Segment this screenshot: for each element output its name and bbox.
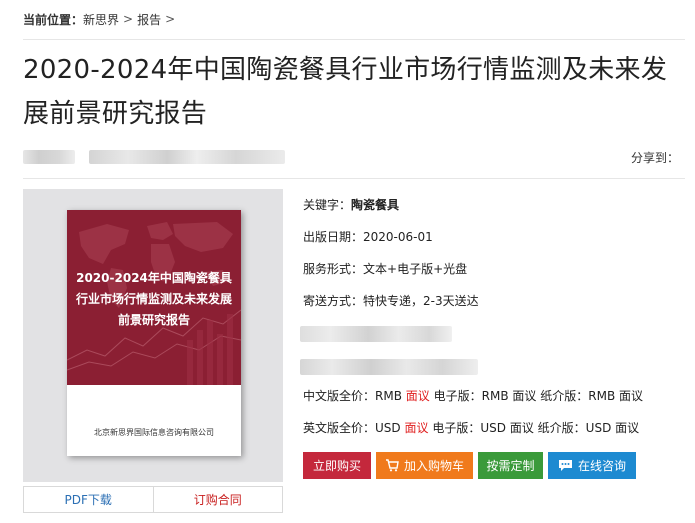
book-cover-top: 2020-2024年中国陶瓷餐具行业市场行情监测及未来发展前景研究报告 xyxy=(67,210,241,385)
price-en-negotiable: 面议 xyxy=(404,421,429,435)
add-to-cart-button[interactable]: 加入购物车 xyxy=(376,452,473,479)
add-to-cart-label: 加入购物车 xyxy=(403,459,464,473)
price-cn-ebook-currency: RMB xyxy=(481,389,509,403)
blurred-meta-2 xyxy=(89,150,285,164)
online-consult-button[interactable]: 在线咨询 xyxy=(548,452,636,479)
delivery-label: 寄送方式： xyxy=(303,294,364,308)
chat-icon xyxy=(558,459,573,472)
cover-panel: 2020-2024年中国陶瓷餐具行业市场行情监测及未来发展前景研究报告 北京新思… xyxy=(23,189,283,482)
service-row: 服务形式：文本+电子版+光盘 xyxy=(303,259,467,279)
service-label: 服务形式： xyxy=(303,262,364,276)
divider xyxy=(23,178,685,179)
book-cover[interactable]: 2020-2024年中国陶瓷餐具行业市场行情监测及未来发展前景研究报告 北京新思… xyxy=(67,210,241,456)
breadcrumb-separator: > xyxy=(165,12,176,26)
pdf-download-link[interactable]: PDF下载 xyxy=(24,487,154,512)
custom-order-button[interactable]: 按需定制 xyxy=(478,452,543,479)
price-en-row: 英文版全价：USD 面议 电子版：USD 面议 纸介版：USD 面议 xyxy=(303,418,639,438)
keyword-value: 陶瓷餐具 xyxy=(351,198,400,212)
divider xyxy=(23,39,685,40)
price-cn-paper-label: 纸介版： xyxy=(540,389,589,403)
price-cn-currency: RMB xyxy=(375,389,402,403)
price-en-paper-label: 纸介版： xyxy=(537,421,586,435)
blurred-meta-1 xyxy=(23,150,75,164)
breadcrumb: 当前位置： 新思界 > 报告 > xyxy=(23,10,179,28)
price-cn-paper-negotiable: 面议 xyxy=(619,389,644,403)
blurred-info-2 xyxy=(300,359,478,375)
price-en-currency: USD xyxy=(375,421,401,435)
breadcrumb-item-home[interactable]: 新思界 xyxy=(83,11,119,28)
delivery-value: 特快专递，2-3天送达 xyxy=(363,294,479,308)
price-cn-row: 中文版全价：RMB 面议 电子版：RMB 面议 纸介版：RMB 面议 xyxy=(303,386,643,406)
order-contract-link[interactable]: 订购合同 xyxy=(154,487,283,512)
price-cn-ebook-negotiable: 面议 xyxy=(512,389,537,403)
keyword-row: 关键字：陶瓷餐具 xyxy=(303,195,399,215)
cart-icon xyxy=(385,459,399,472)
meta-row: 分享到： xyxy=(23,147,683,167)
date-row: 出版日期：2020-06-01 xyxy=(303,227,433,247)
price-en-label: 英文版全价： xyxy=(303,421,376,435)
book-cover-publisher: 北京新思界国际信息咨询有限公司 xyxy=(94,428,214,437)
price-en-ebook-currency: USD xyxy=(480,421,506,435)
price-cn-label: 中文版全价： xyxy=(303,389,376,403)
page-title: 2020-2024年中国陶瓷餐具行业市场行情监测及未来发展前景研究报告 xyxy=(23,55,668,129)
breadcrumb-label: 当前位置： xyxy=(23,12,84,27)
book-cover-title: 2020-2024年中国陶瓷餐具行业市场行情监测及未来发展前景研究报告 xyxy=(75,271,232,327)
price-en-paper-negotiable: 面议 xyxy=(615,421,640,435)
price-cn-paper-currency: RMB xyxy=(588,389,616,403)
breadcrumb-item-reports[interactable]: 报告 xyxy=(137,11,161,28)
service-value: 文本+电子版+光盘 xyxy=(363,262,468,276)
price-cn-ebook-label: 电子版： xyxy=(433,389,482,403)
blurred-info-1 xyxy=(300,326,452,342)
date-value: 2020-06-01 xyxy=(363,230,433,244)
action-buttons: 立即购买 加入购物车 按需定制 在线咨询 xyxy=(303,452,636,479)
breadcrumb-separator: > xyxy=(123,12,134,26)
delivery-row: 寄送方式：特快专递，2-3天送达 xyxy=(303,291,479,311)
cover-actions: PDF下载 订购合同 xyxy=(23,486,283,513)
date-label: 出版日期： xyxy=(303,230,364,244)
keyword-label: 关键字： xyxy=(303,198,352,212)
price-en-ebook-label: 电子版： xyxy=(432,421,481,435)
online-consult-label: 在线咨询 xyxy=(577,459,626,473)
price-cn-negotiable: 面议 xyxy=(405,389,430,403)
price-en-paper-currency: USD xyxy=(585,421,612,435)
share-label: 分享到： xyxy=(630,151,679,165)
buy-now-button[interactable]: 立即购买 xyxy=(303,452,371,479)
price-en-ebook-negotiable: 面议 xyxy=(509,421,534,435)
